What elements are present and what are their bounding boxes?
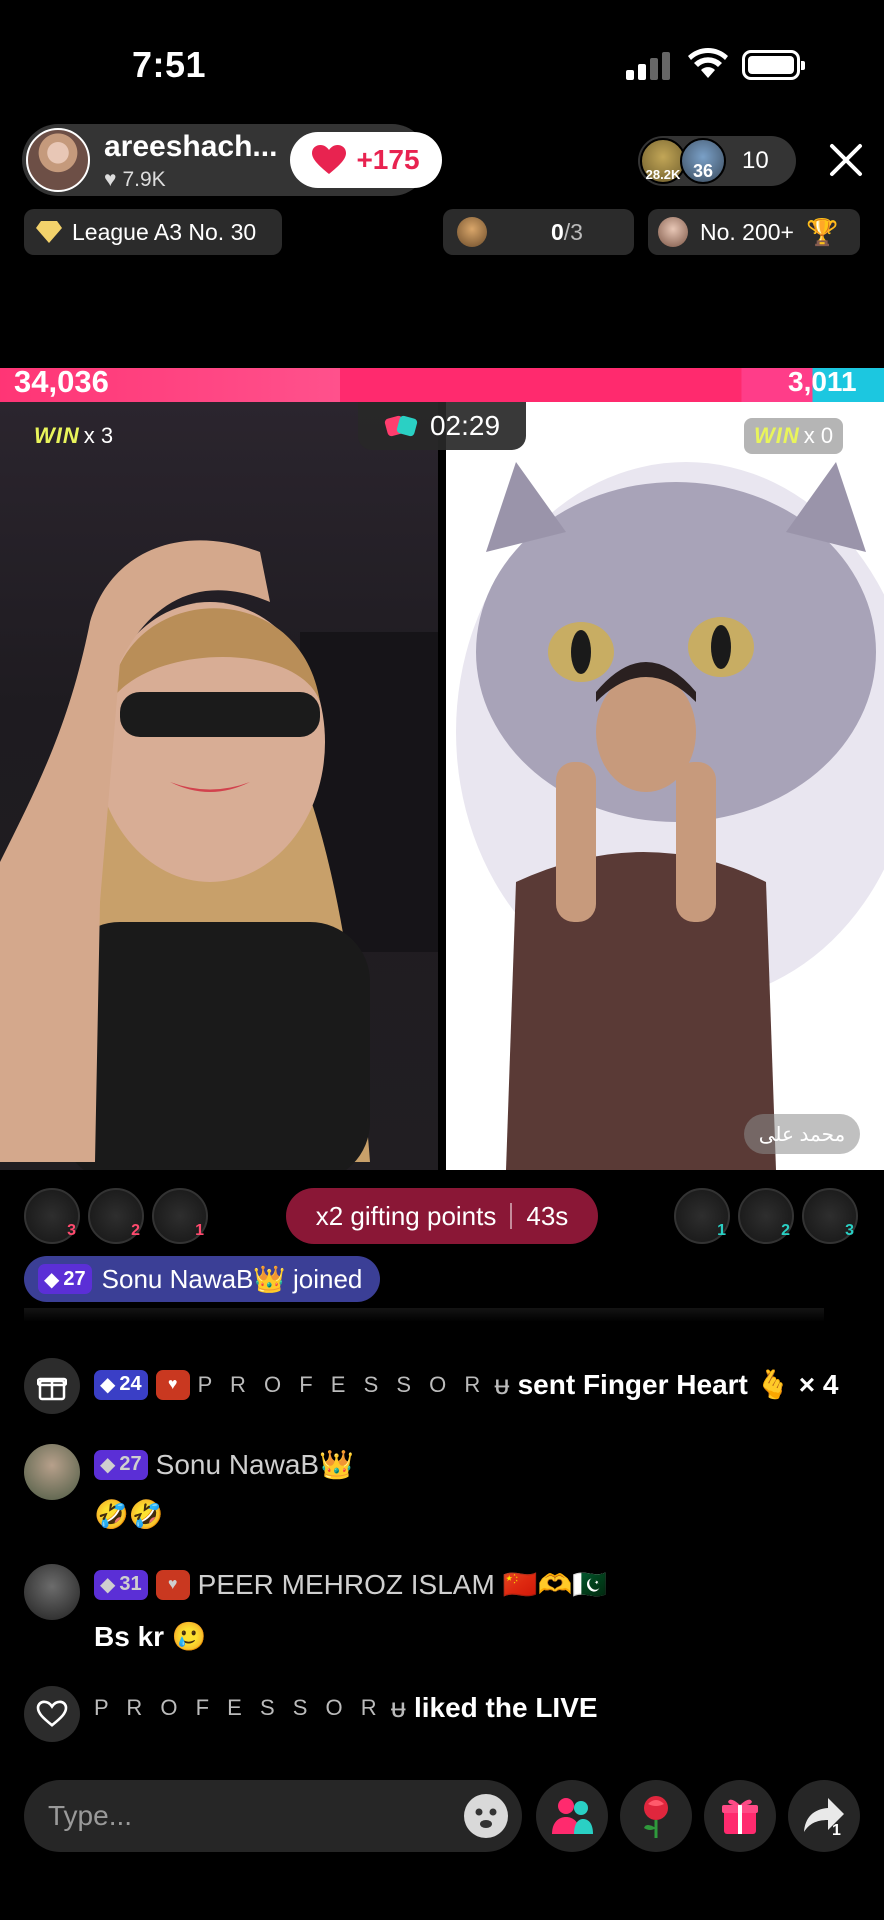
left-gifter-avatar[interactable]: 1 bbox=[152, 1188, 208, 1244]
bonus-separator bbox=[510, 1203, 513, 1229]
like-notice[interactable]: P R O F E S S O R ᵾ liked the LIVE bbox=[94, 1692, 598, 1724]
diamond-icon: ◆ bbox=[100, 1454, 116, 1476]
rank-avatar bbox=[658, 217, 688, 247]
wifi-icon bbox=[688, 48, 728, 85]
liked-text: liked the LIVE bbox=[413, 1692, 598, 1723]
comment-user[interactable]: P R O F E S S O R bbox=[94, 1695, 383, 1721]
left-win-badge: WIN x 3 bbox=[34, 423, 114, 448]
level-badge: ◆ 24 bbox=[94, 1369, 148, 1400]
league-label: League A3 No. 30 bbox=[72, 218, 257, 245]
comment-user[interactable]: Sonu NawaB👑 bbox=[156, 1448, 354, 1481]
comment-input-box[interactable] bbox=[24, 1780, 522, 1852]
bonus-label: x2 gifting points bbox=[315, 1200, 497, 1231]
viewer-count: 10 bbox=[742, 147, 769, 174]
diamond-icon bbox=[36, 221, 62, 243]
joined-notice: ◆ 27 Sonu NawaB👑 joined bbox=[24, 1256, 381, 1302]
level-badge: ◆ 27 bbox=[38, 1264, 92, 1294]
battle-timer: 02:29 bbox=[358, 402, 526, 450]
right-video-panel[interactable] bbox=[446, 402, 884, 1170]
heart-icon: ♥ bbox=[104, 168, 117, 191]
level-badge: ◆ 27 bbox=[94, 1449, 148, 1480]
gifting-bonus-banner[interactable]: x2 gifting points 43s bbox=[286, 1188, 598, 1244]
host-likes-count: 7.9K bbox=[122, 168, 166, 191]
joined-text: Sonu NawaB👑 joined bbox=[101, 1263, 363, 1294]
diamond-icon: ◆ bbox=[100, 1574, 116, 1596]
level-badge: ◆ 31 bbox=[94, 1569, 148, 1600]
host-avatar[interactable] bbox=[26, 128, 90, 192]
rank-chip[interactable]: No. 200+ 🏆 bbox=[648, 209, 860, 255]
goal-progress: 0/3 bbox=[551, 218, 583, 245]
user-mark: ᵾ bbox=[390, 1692, 406, 1723]
comment-user[interactable]: P R O F E S S O R bbox=[198, 1372, 487, 1398]
guest-invite-button[interactable] bbox=[536, 1780, 608, 1852]
battle-icon bbox=[384, 415, 418, 437]
league-chip[interactable]: League A3 No. 30 bbox=[24, 209, 282, 255]
rose-icon bbox=[644, 1796, 668, 1838]
status-time: 7:51 bbox=[132, 44, 207, 85]
gift-comment[interactable]: ◆ 24 ♥ P R O F E S S O R ᵾ sent Finger He… bbox=[94, 1368, 838, 1401]
fan-badge: ♥ bbox=[155, 1569, 190, 1600]
goal-chip[interactable]: 0/3 bbox=[443, 209, 634, 255]
share-count: 1 bbox=[832, 1822, 841, 1839]
like-delta-button[interactable]: +175 bbox=[290, 132, 442, 188]
heart-outline-icon bbox=[24, 1686, 80, 1742]
fan-badge: ♥ bbox=[155, 1369, 190, 1400]
top-viewer-avatar[interactable]: 36 bbox=[680, 138, 726, 184]
rank-label: No. 200+ bbox=[700, 218, 794, 245]
battery-icon bbox=[742, 50, 805, 80]
right-win-badge: WIN x 0 bbox=[744, 418, 844, 454]
comment-user[interactable]: PEER MEHROZ ISLAM 🇨🇳🫶🇵🇰 bbox=[198, 1568, 608, 1601]
share-button[interactable]: 1 bbox=[788, 1780, 860, 1852]
battle-score-bar bbox=[0, 368, 884, 402]
bonus-seconds: 43s bbox=[526, 1200, 569, 1231]
comment-input[interactable] bbox=[48, 1780, 448, 1852]
close-icon[interactable] bbox=[826, 140, 866, 180]
left-gifter-avatar[interactable]: 3 bbox=[24, 1188, 80, 1244]
gift-count: × 4 bbox=[798, 1368, 839, 1400]
gift-button[interactable] bbox=[704, 1780, 776, 1852]
comment-header[interactable]: ◆ 27 Sonu NawaB👑 bbox=[94, 1448, 354, 1481]
right-gifter-avatar[interactable]: 2 bbox=[738, 1188, 794, 1244]
finger-heart-icon: 🫰 bbox=[755, 1369, 791, 1400]
viewer-list[interactable]: 28.2K 36 10 bbox=[638, 136, 796, 186]
diamond-icon: ◆ bbox=[44, 1268, 60, 1291]
opponent-name-tag[interactable]: محمد علی bbox=[744, 1114, 860, 1154]
right-gifter-avatar[interactable]: 1 bbox=[674, 1188, 730, 1244]
scrolled-comment-fade bbox=[24, 1308, 824, 1322]
host-likes: ♥ 7.9K bbox=[104, 168, 166, 192]
gift-text: sent Finger Heart bbox=[517, 1368, 748, 1400]
heart-icon bbox=[312, 145, 347, 174]
right-score: 3,011 bbox=[788, 366, 857, 397]
rose-gift-button[interactable] bbox=[620, 1780, 692, 1852]
people-icon bbox=[552, 1798, 593, 1834]
panel-divider bbox=[438, 402, 446, 1170]
host-name: areeshach... bbox=[104, 130, 278, 163]
right-gifter-avatar[interactable]: 3 bbox=[802, 1188, 858, 1244]
comment-header[interactable]: ◆ 31 ♥ PEER MEHROZ ISLAM 🇨🇳🫶🇵🇰 bbox=[94, 1568, 607, 1601]
host-info[interactable]: areeshach... ♥ 7.9K +175 bbox=[22, 124, 442, 196]
emoji-icon[interactable] bbox=[464, 1794, 508, 1838]
commenter-avatar[interactable] bbox=[24, 1444, 80, 1500]
goal-avatar bbox=[457, 217, 487, 247]
gift-box-icon bbox=[722, 1799, 758, 1834]
gift-icon bbox=[24, 1358, 80, 1414]
left-gifter-avatar[interactable]: 2 bbox=[88, 1188, 144, 1244]
trophy-icon: 🏆 bbox=[806, 216, 839, 247]
user-mark: ᵾ bbox=[494, 1368, 510, 1400]
diamond-icon: ◆ bbox=[100, 1374, 116, 1396]
comment-body: Bs kr 🥲 bbox=[94, 1621, 207, 1652]
left-score: 34,036 bbox=[14, 364, 109, 399]
cellular-signal-icon bbox=[626, 52, 670, 80]
like-delta: +175 bbox=[356, 144, 420, 175]
left-video-panel[interactable] bbox=[0, 402, 438, 1170]
comment-body: 🤣🤣 bbox=[94, 1499, 164, 1530]
commenter-avatar[interactable] bbox=[24, 1564, 80, 1620]
